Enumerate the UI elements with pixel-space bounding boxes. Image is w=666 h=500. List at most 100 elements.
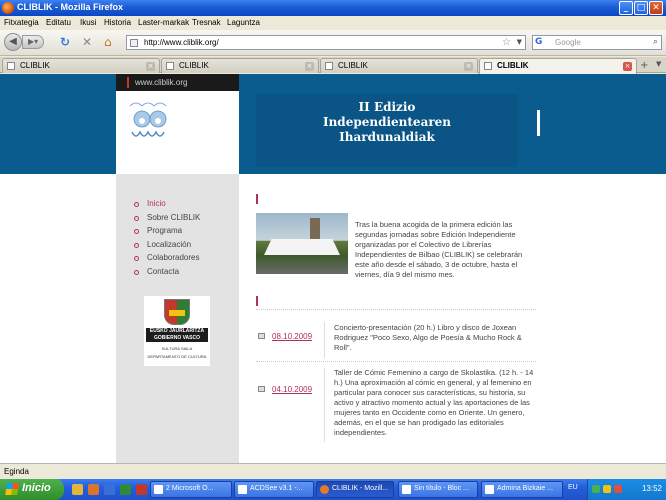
event-divider: [324, 368, 325, 442]
bookmark-star-icon[interactable]: ☆: [502, 37, 511, 48]
banner-line-1: II Edizio: [358, 100, 416, 114]
tab-list-icon[interactable]: ▼: [656, 60, 661, 68]
notepad-icon: [402, 485, 411, 494]
nav-label: Colaboradores: [147, 253, 200, 262]
clock: 13:52: [641, 484, 662, 493]
taskbar-item-label: ACDSee v3.1 -...: [250, 485, 303, 492]
taskbar-item-label: Admina Bizkaie ...: [497, 485, 554, 492]
menu-laguntza[interactable]: Laguntza: [227, 18, 260, 27]
network-icon[interactable]: [592, 485, 600, 493]
intro-paragraph: Tras la buena acogida de la primera edic…: [355, 220, 523, 279]
banner-title: II Edizio Independientearen Ihardunaldia…: [256, 100, 518, 145]
firefox-quicklaunch-icon[interactable]: [88, 484, 99, 495]
taskbar-item-label: 2 Microsoft O...: [166, 485, 214, 492]
bullet-icon: [134, 256, 139, 261]
nav-label: Programa: [147, 226, 183, 235]
taskbar-item-firefox[interactable]: CLIBLIK - Mozill...: [316, 481, 394, 498]
event-divider: [324, 322, 325, 358]
sponsor-line-1: EUSKO JAURLARITZA: [149, 328, 205, 334]
bullet-icon: [134, 242, 139, 248]
photo-church-tower: [310, 218, 320, 240]
banner-line-3: Ihardunaldiak: [339, 130, 435, 144]
tab-2[interactable]: CLIBLIK ×: [161, 58, 319, 73]
search-engine-icon[interactable]: G: [535, 37, 551, 48]
menu-ikusi[interactable]: Ikusi: [80, 18, 96, 27]
tab-favicon-icon: [484, 62, 492, 70]
firefox-icon: [2, 2, 14, 14]
ie-icon[interactable]: [104, 484, 115, 495]
window-title: CLIBLIK - Mozilla Firefox: [17, 2, 124, 12]
tab-4-active[interactable]: CLIBLIK ×: [479, 58, 637, 74]
menu-editatu[interactable]: Editatu: [46, 18, 71, 27]
tab-label: CLIBLIK: [497, 61, 529, 70]
security-icon[interactable]: [603, 485, 611, 493]
tab-close-icon[interactable]: ×: [623, 62, 632, 71]
minimize-button[interactable]: _: [619, 1, 633, 15]
address-bar[interactable]: http://www.cliblik.org/ ☆ ▼: [126, 35, 526, 50]
app-icon[interactable]: [136, 484, 147, 495]
nav-label: Contacta: [147, 266, 180, 276]
tab-1[interactable]: CLIBLIK ×: [2, 58, 160, 73]
calendar-icon: [258, 386, 265, 392]
sponsor-line-4: DEPARTAMENTO DE CULTURA: [147, 354, 207, 359]
tab-bar: CLIBLIK × CLIBLIK × CLIBLIK × CLIBLIK × …: [0, 57, 666, 74]
taskbar-item-word[interactable]: 2 Microsoft O...: [150, 481, 232, 498]
taskbar: Inicio 2 Microsoft O... ACDSee v3.1 -...…: [0, 479, 666, 500]
explorer-icon[interactable]: [72, 484, 83, 495]
sponsor-name: EUSKO JAURLARITZA GOBIERNO VASCO: [146, 328, 208, 342]
news-photo[interactable]: [256, 213, 348, 274]
menu-historia[interactable]: Historia: [104, 18, 131, 27]
right-margin: [540, 174, 666, 463]
search-icon[interactable]: ⌕: [653, 37, 658, 47]
tab-3[interactable]: CLIBLIK ×: [320, 58, 478, 73]
section-marker: [256, 296, 258, 306]
acdsee-icon: [238, 485, 247, 494]
tab-favicon-icon: [7, 62, 15, 70]
menu-tresnak[interactable]: Tresnak: [192, 18, 221, 27]
event-description: Concierto-presentación (20 h.) Libro y d…: [334, 323, 522, 352]
dropdown-arrow-icon[interactable]: ▼: [517, 38, 522, 46]
bullet-icon: [134, 215, 139, 221]
search-placeholder: Google: [555, 38, 581, 47]
event-date-link[interactable]: 08.10.2009: [272, 332, 312, 341]
reload-icon[interactable]: ↻: [60, 36, 70, 48]
maximize-button[interactable]: □: [634, 1, 648, 15]
desktop-icon[interactable]: [120, 484, 131, 495]
tab-close-icon[interactable]: ×: [305, 62, 314, 71]
address-url: http://www.cliblik.org/: [144, 38, 219, 47]
forward-button[interactable]: ▶▾: [22, 35, 44, 49]
new-tab-icon[interactable]: +: [640, 60, 648, 71]
app-icon: [485, 485, 494, 494]
accent-bar: [127, 77, 129, 88]
nav-label: Sobre CLIBLIK: [147, 212, 201, 222]
close-window-button[interactable]: ✕: [649, 1, 663, 15]
back-button[interactable]: ◀: [4, 33, 22, 51]
taskbar-item-notepad[interactable]: Sin título - Bloc ...: [398, 481, 478, 498]
tab-close-icon[interactable]: ×: [146, 62, 155, 71]
stop-icon[interactable]: ✕: [82, 36, 92, 48]
tab-close-icon[interactable]: ×: [464, 62, 473, 71]
status-text: Egindа: [4, 467, 29, 476]
site-url-strip: www.cliblik.org: [116, 74, 239, 91]
bullet-icon: [134, 202, 139, 207]
sponsor-line-3: KULTURA SAILA: [161, 346, 193, 351]
language-indicator[interactable]: EU: [568, 484, 578, 491]
divider: [256, 361, 536, 362]
menu-fitxategia[interactable]: Fitxategia: [4, 18, 39, 27]
coat-of-arms-icon: [164, 299, 190, 325]
antivirus-icon[interactable]: [614, 485, 622, 493]
site-url-label[interactable]: www.cliblik.org: [135, 78, 187, 87]
taskbar-item-label: Sin título - Bloc ...: [414, 485, 469, 492]
sponsor-logo[interactable]: EUSKO JAURLARITZA GOBIERNO VASCO KULTURA…: [144, 296, 210, 366]
calendar-icon: [258, 333, 265, 339]
menu-laster-markak[interactable]: Laster-markak: [138, 18, 189, 27]
home-icon[interactable]: ⌂: [104, 36, 112, 48]
firefox-icon: [320, 485, 329, 494]
tab-label: CLIBLIK: [338, 61, 368, 70]
taskbar-item-acdsee[interactable]: ACDSee v3.1 -...: [234, 481, 314, 498]
start-button[interactable]: Inicio: [0, 479, 64, 500]
search-input[interactable]: G Google ⌕: [532, 35, 662, 50]
tab-label: CLIBLIK: [20, 61, 50, 70]
event-date-link[interactable]: 04.10.2009: [272, 385, 312, 394]
taskbar-item-admina[interactable]: Admina Bizkaie ...: [481, 481, 563, 498]
